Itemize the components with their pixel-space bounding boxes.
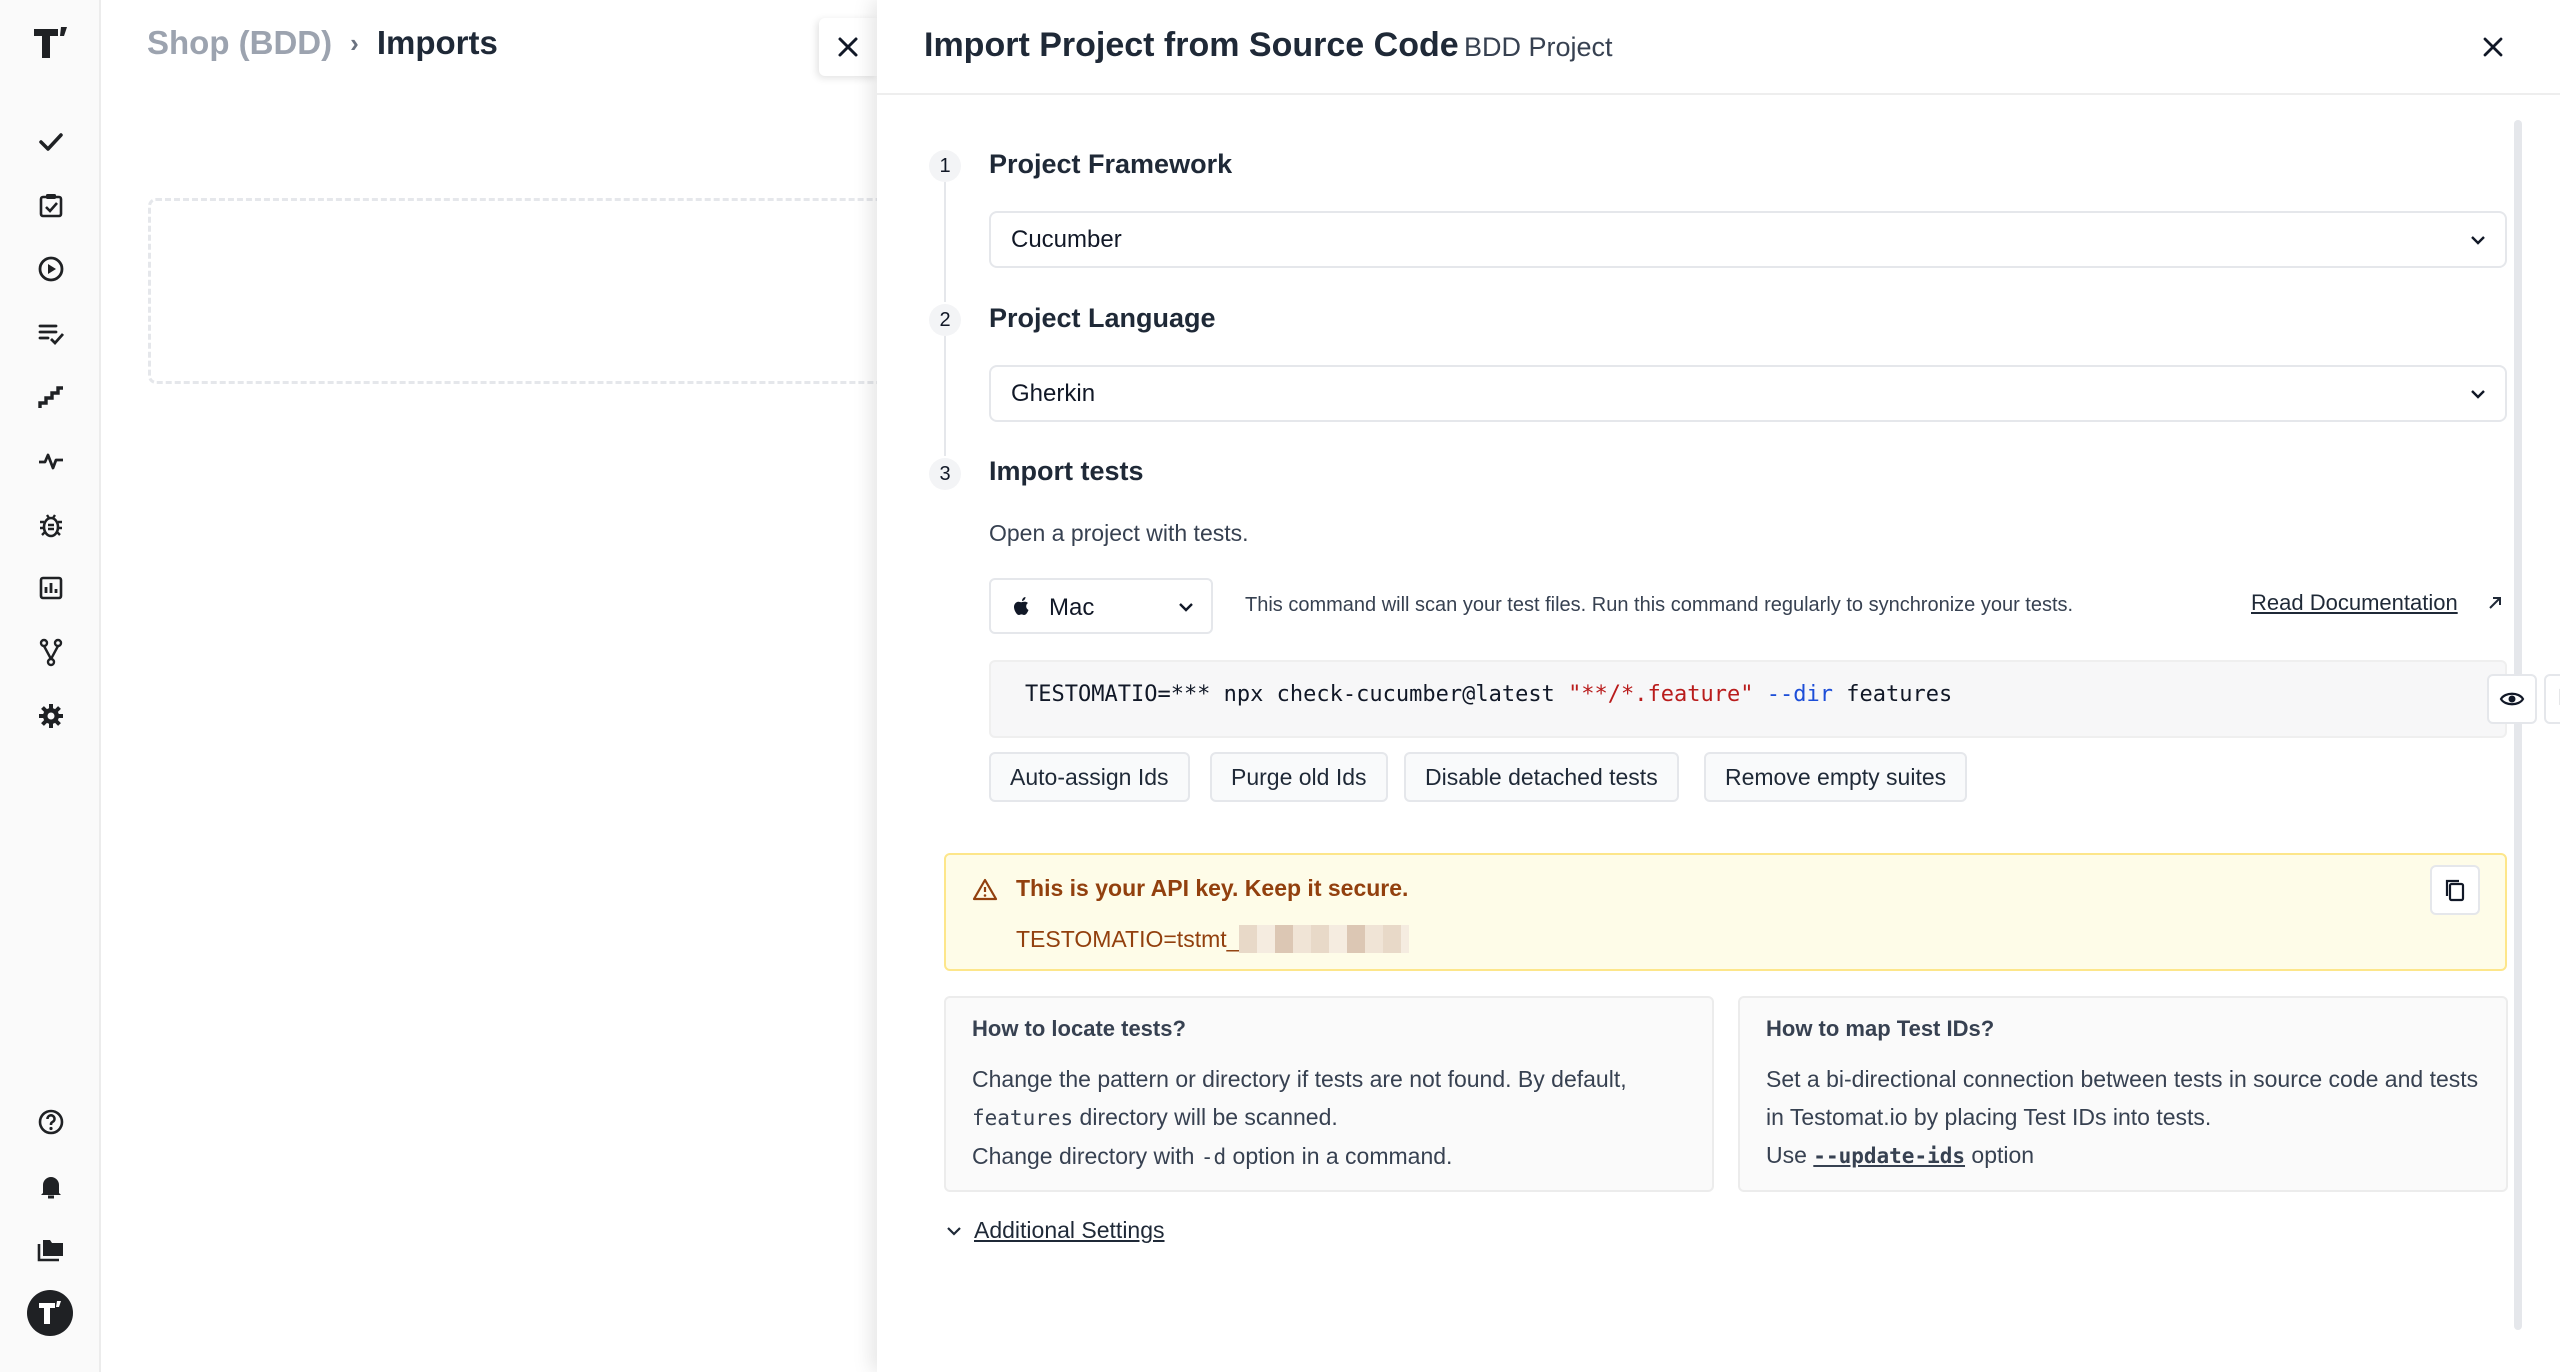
- sidebar-rail: [0, 0, 101, 1372]
- drawer-scrollbar[interactable]: [2514, 120, 2522, 1330]
- step-title-language: Project Language: [989, 303, 1216, 333]
- disable-detached-tests-button[interactable]: Disable detached tests: [1404, 752, 1679, 802]
- bug-icon[interactable]: [27, 501, 75, 549]
- map-ids-text: Set a bi-directional connection between …: [1766, 1066, 2479, 1130]
- locate-tests-card: How to locate tests? Change the pattern …: [944, 996, 1714, 1192]
- external-link-icon: [2489, 597, 2501, 609]
- command-arg: features: [1832, 682, 1953, 707]
- copy-command-button[interactable]: [2544, 674, 2560, 724]
- map-ids-text: option: [1965, 1142, 2035, 1168]
- map-test-ids-body: Set a bi-directional connection between …: [1766, 1060, 2491, 1175]
- map-ids-text: Use: [1766, 1142, 1814, 1168]
- step-title-import: Import tests: [989, 456, 1144, 486]
- copy-api-key-button[interactable]: [2430, 865, 2480, 915]
- additional-settings-label: Additional Settings: [974, 1217, 1165, 1243]
- framework-select-value: Cucumber: [1011, 225, 1122, 253]
- purge-old-ids-button[interactable]: Purge old Ids: [1210, 752, 1388, 802]
- breadcrumb-root-link[interactable]: Shop (BDD): [147, 24, 332, 62]
- open-project-text: Open a project with tests.: [989, 520, 1249, 546]
- eye-icon: [2499, 692, 2525, 706]
- gear-icon[interactable]: [27, 692, 75, 740]
- remove-empty-suites-button[interactable]: Remove empty suites: [1704, 752, 1968, 802]
- import-command[interactable]: TESTOMATIO=*** npx check-cucumber@latest…: [1025, 682, 1952, 707]
- branch-icon[interactable]: [27, 628, 75, 676]
- step-number: 1: [929, 150, 961, 182]
- step-title-framework: Project Framework: [989, 149, 1233, 179]
- locate-text: Change directory with: [972, 1143, 1201, 1169]
- command-flag: --dir: [1766, 682, 1833, 707]
- api-key-prefix: TESTOMATIO=tstmt_: [1016, 926, 1240, 952]
- drawer-close-button[interactable]: [2470, 24, 2516, 70]
- framework-select[interactable]: Cucumber: [989, 211, 2507, 268]
- locate-text: option in a command.: [1226, 1143, 1453, 1169]
- locate-text: Change the pattern or directory if tests…: [972, 1066, 1627, 1092]
- command-description: This command will scan your test files. …: [1245, 594, 2074, 616]
- step-number: 3: [929, 458, 961, 490]
- language-select[interactable]: Gherkin: [989, 365, 2507, 422]
- step-connector: [944, 182, 946, 302]
- api-key-notice: This is your API key. Keep it secure. TE…: [944, 853, 2507, 971]
- play-circle-icon[interactable]: [27, 245, 75, 293]
- step-number: 2: [929, 304, 961, 336]
- api-key-value[interactable]: TESTOMATIO=tstmt_: [1016, 925, 1410, 953]
- avatar[interactable]: [27, 1290, 73, 1336]
- update-ids-code: --update-ids: [1813, 1144, 1966, 1168]
- os-select[interactable]: Mac: [989, 578, 1213, 634]
- checkmark-icon[interactable]: [27, 118, 75, 166]
- steps-icon[interactable]: [27, 373, 75, 421]
- clipboard-check-icon[interactable]: [27, 181, 75, 229]
- step-connector: [944, 336, 946, 456]
- import-command-block: TESTOMATIO=*** npx check-cucumber@latest…: [989, 660, 2560, 738]
- os-select-value: Mac: [1049, 594, 1095, 621]
- features-dir-code: features: [972, 1106, 1074, 1130]
- page-title: Imports: [376, 24, 498, 61]
- command-pattern: "**/*.feature": [1568, 682, 1754, 707]
- drawer-subtitle: BDD Project: [1464, 32, 1613, 62]
- chevron-down-icon: [2471, 390, 2485, 399]
- drawer-title: Import Project from Source Code: [924, 26, 1459, 64]
- list-check-icon[interactable]: [27, 309, 75, 357]
- help-icon[interactable]: [27, 1098, 75, 1146]
- additional-settings-toggle[interactable]: Additional Settings: [944, 1217, 1165, 1244]
- breadcrumb-separator: ›: [350, 27, 359, 58]
- drawer-header: Import Project from Source Code BDD Proj…: [877, 0, 2560, 95]
- chevron-down-icon: [1179, 603, 1193, 612]
- import-drawer: Import Project from Source Code BDD Proj…: [877, 0, 2560, 1372]
- pulse-icon[interactable]: [27, 437, 75, 485]
- chevron-down-icon: [2471, 236, 2485, 245]
- import-dropzone: [148, 198, 908, 384]
- apple-icon: [1014, 597, 1029, 615]
- map-test-ids-title: How to map Test IDs?: [1766, 1016, 1995, 1041]
- reveal-key-button[interactable]: [2487, 674, 2537, 724]
- locate-tests-body: Change the pattern or directory if tests…: [972, 1060, 1697, 1176]
- close-icon: [838, 37, 858, 57]
- warning-icon: [972, 878, 998, 901]
- command-prefix: TESTOMATIO=*** npx check-cucumber@latest: [1025, 682, 1569, 707]
- copy-icon: [2559, 688, 2560, 705]
- locate-tests-title: How to locate tests?: [972, 1016, 1186, 1041]
- bell-icon[interactable]: [27, 1162, 75, 1210]
- map-test-ids-card: How to map Test IDs? Set a bi-directiona…: [1738, 996, 2508, 1192]
- testomat-logo-icon[interactable]: [28, 20, 74, 66]
- language-select-value: Gherkin: [1011, 379, 1096, 407]
- api-key-redacted: [1239, 925, 1410, 953]
- locate-text: directory will be scanned.: [1073, 1104, 1338, 1130]
- dir-option-code: -d: [1200, 1145, 1227, 1169]
- folders-icon[interactable]: [27, 1226, 75, 1274]
- bar-chart-icon[interactable]: [27, 564, 75, 612]
- read-documentation-link[interactable]: Read Documentation: [2251, 590, 2458, 616]
- close-panel-button[interactable]: [819, 18, 877, 76]
- copy-icon: [2445, 879, 2465, 902]
- chevron-down-icon: [947, 1226, 961, 1236]
- api-key-title: This is your API key. Keep it secure.: [1016, 875, 1409, 901]
- close-icon: [2483, 37, 2503, 57]
- auto-assign-ids-button[interactable]: Auto-assign Ids: [989, 752, 1190, 802]
- breadcrumb: Shop (BDD) › Imports: [147, 24, 498, 62]
